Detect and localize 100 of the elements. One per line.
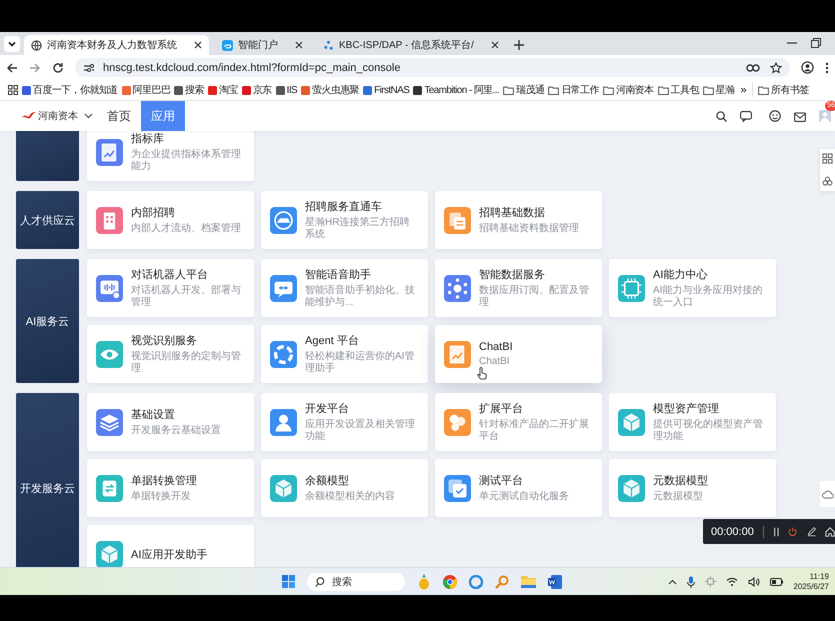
all-bookmarks-folder[interactable]: 所有书签	[752, 83, 809, 97]
app-card[interactable]: 指标库 为企业提供指标体系管理能力	[87, 131, 254, 181]
power-icon[interactable]	[788, 526, 798, 537]
card-title: 开发平台	[305, 402, 350, 416]
browser-tab[interactable]: 河南资本财务及人力数智系统	[24, 35, 209, 55]
app-card[interactable]: 余额模型 余额模型相关的内容	[261, 459, 428, 517]
app-card[interactable]: 招聘服务直通车 星瀚HR连接第三方招聘系统	[261, 191, 428, 249]
taskbar-search-field[interactable]: 搜索	[307, 572, 405, 590]
card-title: 基础设置	[131, 408, 176, 422]
card-title: 招聘服务直通车	[305, 200, 383, 214]
chrome-icon[interactable]	[443, 574, 457, 588]
address-bar[interactable]: hnscg.test.kdcloud.com/index.html?formId=pc_main_console	[75, 58, 790, 77]
app-card[interactable]: 元数据模型 元数据模型	[609, 459, 776, 517]
browser-icon[interactable]	[469, 574, 483, 588]
card-description: 单元测试自动化服务	[479, 491, 569, 503]
app-card[interactable]: 单据转换管理 单据转换开发	[87, 459, 254, 517]
app-card[interactable]: 智能语音助手 智能语音助手初始化、技能维护与...	[261, 259, 428, 317]
flower-icon[interactable]	[822, 176, 833, 187]
card-title: AI应用开发助手	[131, 548, 208, 562]
close-icon[interactable]	[490, 41, 499, 49]
volume-icon[interactable]	[748, 576, 760, 586]
app-card[interactable]: 对话机器人平台 对话机器人开发、部署与管理	[87, 259, 254, 317]
more-menu-icon[interactable]	[825, 62, 829, 74]
app-card[interactable]: Agent 平台 轻松构建和运营你的AI管理助手	[261, 325, 428, 383]
star-icon[interactable]	[770, 62, 782, 74]
search-icon	[315, 576, 325, 586]
new-tab-icon[interactable]	[514, 40, 524, 50]
app-card[interactable]: 测试平台 单元测试自动化服务	[435, 459, 602, 517]
globe-icon	[31, 40, 42, 50]
app-card[interactable]: 模型资产管理 提供可视化的模型资产管理功能	[609, 393, 776, 451]
more-bookmarks-button[interactable]: »	[738, 84, 748, 96]
app-card[interactable]: 基础设置 开发服务云基础设置	[87, 393, 254, 451]
close-icon[interactable]	[194, 41, 202, 49]
logo-text: 河南资本	[38, 110, 78, 123]
bookmark[interactable]: 百度一下，你就知道	[22, 83, 118, 97]
category-banner	[16, 131, 79, 181]
card-description: 轻松构建和运营你的AI管理助手	[305, 351, 416, 375]
nav-tab[interactable]: 首页	[97, 101, 141, 131]
tab-list-button[interactable]	[4, 36, 20, 52]
app-card[interactable]: 智能数据服务 数据应用订阅、配置及管理	[435, 259, 602, 317]
bookmark[interactable]: 阿里巴巴	[122, 83, 170, 97]
app-card[interactable]: 内部招聘 内部人才流动、档案管理	[87, 191, 254, 249]
bookmark[interactable]: 星瀚	[702, 83, 735, 97]
app-card[interactable]: ChatBI ChatBI	[435, 325, 602, 383]
site-settings-icon[interactable]	[83, 62, 95, 74]
card-title: 元数据模型	[653, 474, 708, 488]
card-description: 元数据模型	[653, 491, 704, 503]
chat-icon[interactable]	[740, 110, 752, 122]
bookmark[interactable]: 瑞茂通	[503, 83, 544, 97]
bookmark[interactable]: 河南资本	[602, 83, 654, 97]
pen-icon[interactable]	[806, 526, 816, 537]
folder-icon[interactable]	[521, 575, 536, 588]
word-icon[interactable]	[548, 574, 562, 588]
search-icon[interactable]	[716, 110, 727, 122]
bookmark[interactable]: FirstNAS	[363, 84, 410, 96]
chevron-up-icon[interactable]	[668, 578, 678, 584]
grid-icon[interactable]	[822, 153, 833, 164]
app-card[interactable]: 视觉识别服务 视觉识别服务的定制与管理	[87, 325, 254, 383]
mail-icon[interactable]	[794, 110, 806, 122]
card-title: 指标库	[131, 132, 165, 146]
bookmark[interactable]: 日常工作	[548, 83, 599, 97]
pause-icon[interactable]	[772, 526, 780, 536]
restore-icon[interactable]	[811, 38, 821, 48]
app-card[interactable]: AI应用开发助手	[87, 525, 254, 567]
app-card[interactable]: 扩展平台 针对标准产品的二开扩展平台	[435, 393, 602, 451]
microphone-icon[interactable]	[687, 576, 696, 588]
card-description: 数据应用订阅、配置及管理	[479, 285, 590, 309]
windows-start-icon[interactable]	[282, 575, 295, 588]
bookmark[interactable]: 萤火虫惠聚	[301, 83, 360, 97]
forward-icon[interactable]	[29, 62, 41, 74]
back-icon[interactable]	[6, 62, 18, 74]
card-description: 提供可视化的模型资产管理功能	[653, 419, 764, 443]
tab-title: KBC-ISP/DAP - 信息系统平台/	[339, 38, 474, 52]
battery-icon[interactable]	[770, 578, 784, 586]
browser-tab[interactable]: 智能门户	[215, 35, 310, 55]
nav-tab[interactable]: 应用	[141, 101, 185, 131]
card-description: 余额模型相关的内容	[305, 491, 395, 503]
card-title: AI能力中心	[653, 268, 708, 282]
cloud-icon[interactable]	[822, 490, 834, 498]
card-title: 模型资产管理	[653, 402, 720, 416]
app-card[interactable]: 开发平台 应用开发设置及相关管理功能	[261, 393, 428, 451]
card-description: 招聘基础资料数据管理	[479, 223, 579, 235]
apps-grid-icon[interactable]	[8, 85, 18, 95]
smile-icon[interactable]	[769, 110, 781, 122]
home-icon[interactable]	[824, 526, 835, 538]
bookmark[interactable]: IIS	[276, 84, 298, 96]
profile-icon[interactable]	[801, 61, 814, 74]
browser-tab[interactable]: KBC-ISP/DAP - 信息系统平台/	[316, 35, 506, 55]
app-card[interactable]: 招聘基础数据 招聘基础资料数据管理	[435, 191, 602, 249]
close-icon[interactable]	[295, 41, 303, 49]
dots-icon	[323, 40, 334, 50]
bookmark[interactable]: 淘宝	[208, 83, 238, 97]
caret-down-icon[interactable]	[84, 113, 93, 119]
bookmark[interactable]: 京东	[242, 83, 272, 97]
bookmark[interactable]: Teambition - 阿里...	[413, 83, 500, 97]
app-card[interactable]: AI能力中心 AI能力与业务应用对接的统一入口	[609, 259, 776, 317]
wifi-icon[interactable]	[726, 576, 738, 586]
bookmark[interactable]: 搜索	[174, 83, 204, 97]
bookmark[interactable]: 工具包	[658, 83, 699, 97]
reload-icon[interactable]	[52, 62, 64, 74]
